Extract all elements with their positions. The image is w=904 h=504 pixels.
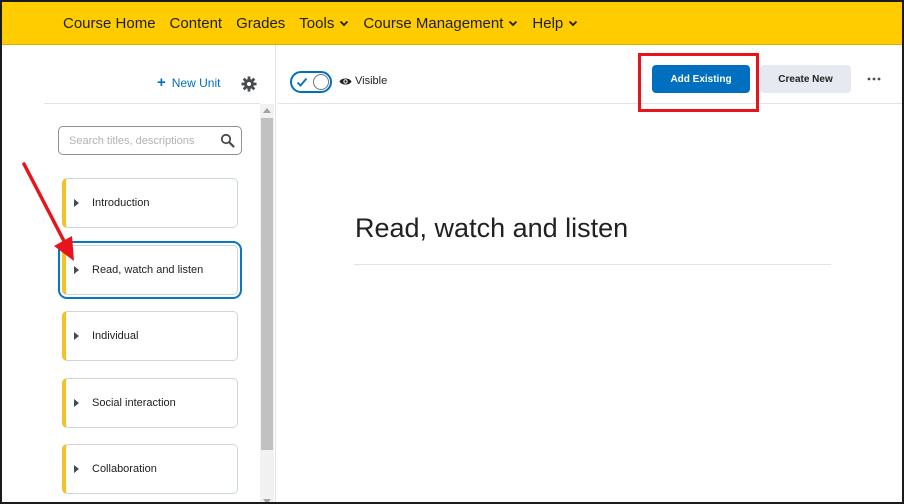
search-box <box>58 126 242 155</box>
expand-caret-icon[interactable] <box>74 332 79 340</box>
search-input[interactable] <box>59 127 211 154</box>
gear-icon[interactable] <box>241 76 257 92</box>
scroll-down-icon[interactable] <box>263 499 271 502</box>
content-toolbar: Visible Add Existing Create New <box>278 45 902 104</box>
sidebar-scrollbar[interactable] <box>260 104 274 502</box>
checkmark-icon <box>296 77 308 87</box>
expand-caret-icon[interactable] <box>74 266 79 274</box>
nav-grades[interactable]: Grades <box>236 15 285 32</box>
unit-individual[interactable]: Individual <box>62 311 238 361</box>
visibility-toggle[interactable] <box>290 71 332 93</box>
create-new-button[interactable]: Create New <box>760 65 851 93</box>
sidebar-header: + New Unit <box>44 45 260 104</box>
visibility-label: Visible <box>355 75 388 87</box>
annotation-arrow-icon <box>22 162 74 261</box>
chevron-down-icon <box>340 20 349 27</box>
unit-label: Individual <box>92 330 139 342</box>
unit-label: Social interaction <box>92 397 176 409</box>
chevron-down-icon <box>509 20 518 27</box>
unit-social-interaction[interactable]: Social interaction <box>62 378 238 428</box>
nav-label: Course Home <box>63 14 156 32</box>
nav-content[interactable]: Content <box>170 15 223 32</box>
content-sidebar: + New Unit Search titles, descriptions I… <box>2 45 276 502</box>
unit-collaboration[interactable]: Collaboration <box>62 444 238 494</box>
page-title: Read, watch and listen <box>355 213 629 243</box>
app-window: Course Home Content Grades Tools Course … <box>0 0 904 504</box>
scroll-up-icon[interactable] <box>263 108 271 113</box>
nav-label: Course Management <box>363 14 504 32</box>
nav-label: Help <box>532 14 564 32</box>
unit-label: Collaboration <box>92 463 157 475</box>
new-unit-button[interactable]: + New Unit <box>157 74 221 91</box>
unit-label: Introduction <box>92 197 150 209</box>
toggle-knob <box>313 74 329 90</box>
nav-course-home[interactable]: Course Home <box>63 15 156 32</box>
nav-label: Content <box>169 14 223 32</box>
expand-caret-icon[interactable] <box>74 399 79 407</box>
unit-read-watch-listen[interactable]: Read, watch and listen <box>62 245 238 295</box>
nav-label: Grades <box>236 14 286 32</box>
plus-icon: + <box>157 74 166 91</box>
search-icon[interactable] <box>220 133 235 148</box>
course-navbar: Course Home Content Grades Tools Course … <box>2 2 902 45</box>
nav-tools[interactable]: Tools <box>299 15 349 32</box>
new-unit-label: New Unit <box>171 76 221 90</box>
annotation-highlight-box <box>638 53 759 112</box>
scrollbar-thumb[interactable] <box>261 118 273 450</box>
chevron-down-icon <box>569 20 578 27</box>
unit-introduction[interactable]: Introduction <box>62 178 238 228</box>
eye-icon <box>339 78 352 85</box>
nav-help[interactable]: Help <box>532 15 578 32</box>
unit-label: Read, watch and listen <box>92 264 204 276</box>
expand-caret-icon[interactable] <box>74 465 79 473</box>
title-divider <box>354 264 831 265</box>
more-options-icon[interactable] <box>866 71 882 87</box>
nav-course-management[interactable]: Course Management <box>363 15 518 32</box>
nav-label: Tools <box>299 14 335 32</box>
